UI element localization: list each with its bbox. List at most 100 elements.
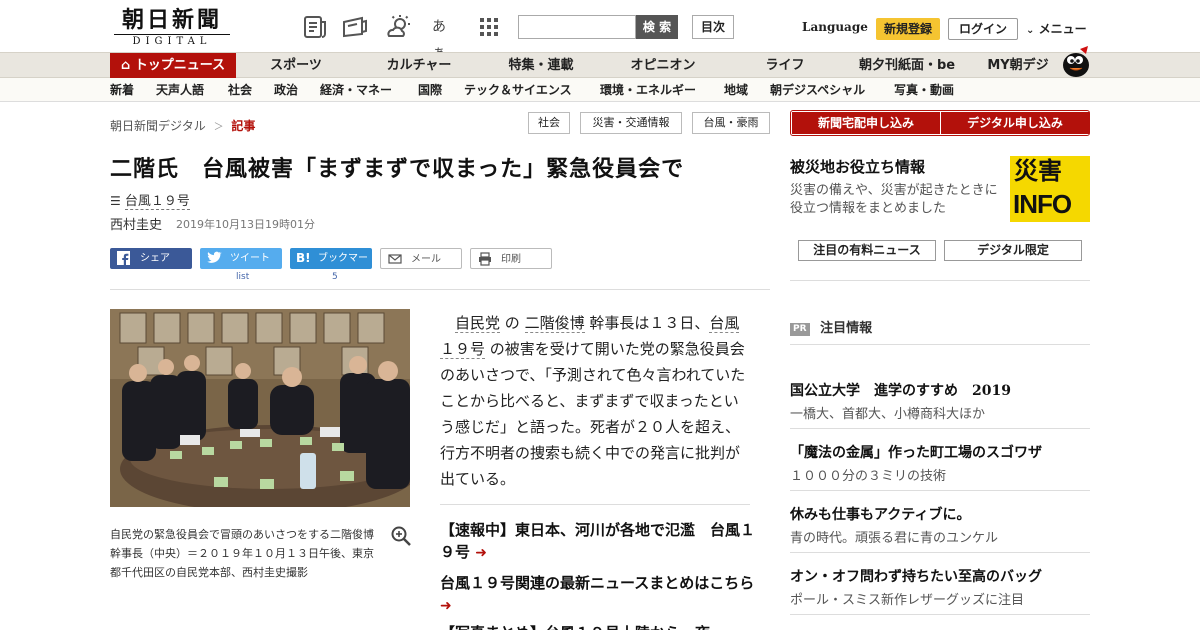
pr-item-sub[interactable]: ポール・スミス新作レザーグッズに注目	[790, 589, 1024, 608]
nav-item-features[interactable]: 特集・連載	[494, 53, 588, 78]
digital-subscribe-button[interactable]: デジタル申し込み	[941, 112, 1089, 134]
twitter-count[interactable]: list	[236, 272, 249, 282]
badge-bottom-text: INFO	[1013, 189, 1072, 219]
tag-society[interactable]: 社会	[528, 112, 570, 134]
logo-main-text: 朝日新聞	[121, 7, 222, 33]
nav-item-life[interactable]: ライフ	[738, 53, 832, 78]
subnav-new[interactable]: 新着	[110, 78, 134, 102]
nav-item-opinion[interactable]: オピニオン	[616, 53, 710, 78]
mail-icon	[388, 254, 402, 264]
divider	[790, 280, 1090, 281]
main-nav: ⌂ トップニュース スポーツ カルチャー 特集・連載 オピニオン ライフ 朝夕刊…	[0, 52, 1200, 78]
newspaper-icon[interactable]	[302, 14, 328, 40]
subnav-tech-science[interactable]: テック＆サイエンス	[464, 78, 572, 102]
article-author: 西村圭史	[110, 218, 163, 233]
hatena-count[interactable]: 5	[332, 272, 338, 282]
related-link-3[interactable]: 【写真まとめ】台風１９号上陸から一夜	[440, 622, 760, 630]
grid-icon[interactable]	[476, 14, 502, 40]
pr-item-sub[interactable]: 青の時代。頑張る君に青のユンケル	[790, 527, 998, 546]
link-nikai[interactable]: 二階俊博	[524, 314, 585, 333]
facebook-share-button[interactable]: シェア	[110, 248, 192, 269]
search-button[interactable]: 検 索	[636, 15, 678, 39]
nav-item-sports[interactable]: スポーツ	[250, 53, 342, 78]
logo-sub-text: DIGITAL	[114, 34, 230, 48]
subnav-region[interactable]: 地域	[724, 78, 748, 102]
subnav-tensei-jingo[interactable]: 天声人語	[156, 78, 204, 102]
breadcrumb: 朝日新聞デジタル ＞ 記事	[110, 117, 255, 134]
pr-item-title[interactable]: オン・オフ問わず持ちたい至高のバッグ	[790, 566, 1042, 586]
subnav-photo-video[interactable]: 写真・動画	[894, 78, 954, 102]
zoom-icon[interactable]	[390, 525, 412, 547]
related-link-1[interactable]: 【速報中】東日本、河川が各地で氾濫 台風１９号 ➜	[440, 519, 760, 564]
related-link-label: 台風１９号関連の最新ニュースまとめはこちら	[440, 574, 755, 592]
digital-only-button[interactable]: デジタル限定	[944, 240, 1082, 261]
meeting-photo-image	[110, 309, 410, 507]
divider	[440, 504, 750, 505]
twitter-icon	[207, 251, 222, 263]
subnav-environment[interactable]: 環境・エネルギー	[600, 78, 696, 102]
font-size-icon[interactable]: あぁ	[432, 14, 458, 61]
menu-label: メニュー	[1038, 22, 1087, 36]
hatena-bookmark-button[interactable]: B! ブックマーク	[290, 248, 372, 285]
divider	[790, 344, 1090, 345]
site-logo[interactable]: 朝日新聞 DIGITAL	[114, 8, 230, 48]
pr-item-title[interactable]: 休みも仕事もアクティブに。	[790, 504, 970, 524]
topic-link[interactable]: ☰ 台風１９号	[110, 190, 190, 210]
breadcrumb-separator: ＞	[213, 122, 224, 133]
article-photo[interactable]	[110, 309, 410, 507]
facebook-share-label: シェア	[140, 253, 170, 264]
body-text-3: の被害を受けて開いた党の緊急役員会のあいさつで、「予測されて色々言われていたこと…	[440, 340, 746, 488]
language-link[interactable]: Language	[802, 20, 868, 34]
related-link-2[interactable]: 台風１９号関連の最新ニュースまとめはこちら ➜	[440, 572, 760, 617]
breadcrumb-home[interactable]: 朝日新聞デジタル	[110, 119, 206, 133]
disaster-info-badge[interactable]: 災害 INFO	[1010, 156, 1090, 222]
twitter-share-label: ツイート	[230, 253, 270, 264]
subnav-international[interactable]: 国際	[418, 78, 442, 102]
subnav-special[interactable]: 朝デジスペシャル	[770, 78, 865, 102]
divider	[790, 428, 1090, 429]
mail-share-button[interactable]: メール	[380, 248, 462, 269]
pr-item-sub[interactable]: 一橋大、首都大、小樽商科大ほか	[790, 403, 985, 422]
article-body: 自民党 の 二階俊博 幹事長は１３日、台風１９号 の被害を受けて開いた党の緊急役…	[440, 310, 752, 492]
pr-item-title[interactable]: 国公立大学 進学のすすめ 2019	[790, 380, 1011, 400]
nav-item-culture[interactable]: カルチャー	[372, 53, 466, 78]
digest-icon[interactable]	[342, 14, 368, 40]
divider	[790, 490, 1090, 491]
subnav-economy[interactable]: 経済・マネー	[320, 78, 392, 102]
nav-item-label: トップニュース	[134, 58, 226, 73]
article-headline: 二階氏 台風被害「まずまずで収まった」緊急役員会で	[110, 157, 685, 182]
body-text-1: の	[500, 314, 525, 332]
list-icon: ☰	[110, 194, 121, 208]
paid-news-button[interactable]: 注目の有料ニュース	[798, 240, 936, 261]
disaster-info-desc: 災害の備えや、災害が起きたときに役立つ情報をまとめました	[790, 183, 998, 216]
divider	[790, 552, 1090, 553]
nav-item-my-asadigi[interactable]: MY朝デジ	[978, 53, 1058, 78]
twitter-share-button[interactable]: ツイート	[200, 248, 282, 269]
nav-item-paper-edition[interactable]: 朝夕刊紙面・be	[852, 53, 962, 78]
print-button[interactable]: 印刷	[470, 248, 552, 269]
topic-label: 台風１９号	[124, 194, 190, 210]
pr-section-label: 注目情報	[820, 321, 873, 336]
subnav-politics[interactable]: 政治	[274, 78, 298, 102]
pr-item-sub[interactable]: １０００分の３ミリの技術	[790, 465, 946, 484]
weather-icon[interactable]	[386, 14, 412, 40]
facebook-icon	[117, 251, 130, 265]
print-label: 印刷	[501, 254, 521, 265]
search-input[interactable]	[518, 15, 636, 39]
tag-disaster-traffic[interactable]: 災害・交通情報	[580, 112, 682, 134]
arrow-right-icon: ➜	[475, 545, 487, 561]
paper-subscribe-button[interactable]: 新聞宅配申し込み	[792, 112, 940, 134]
disaster-info-title[interactable]: 被災地お役立ち情報	[790, 156, 925, 177]
badge-top-text: 災害	[1014, 157, 1062, 185]
mascot-icon[interactable]	[1058, 44, 1092, 78]
menu-button[interactable]: ⌄ メニュー	[1026, 20, 1087, 37]
login-button[interactable]: ログイン	[948, 18, 1018, 40]
register-button[interactable]: 新規登録	[876, 18, 940, 40]
tag-typhoon-rain[interactable]: 台風・豪雨	[692, 112, 770, 134]
link-ldp[interactable]: 自民党	[455, 314, 501, 333]
pr-item-title[interactable]: 「魔法の金属」作った町工場のスゴワザ	[790, 442, 1042, 462]
nav-item-top-news[interactable]: ⌂ トップニュース	[110, 53, 236, 78]
divider	[790, 614, 1090, 615]
subnav-society[interactable]: 社会	[228, 78, 252, 102]
index-button[interactable]: 目次	[692, 15, 734, 39]
